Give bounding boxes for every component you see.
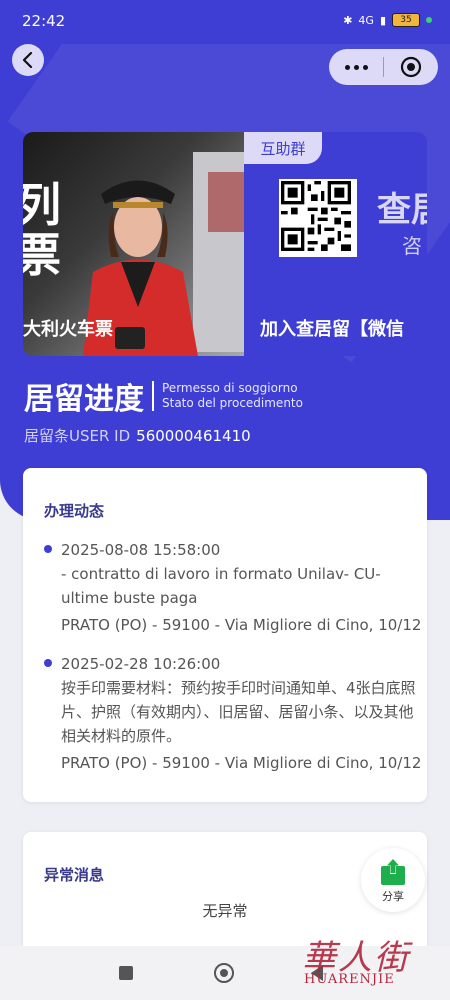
status-time: 22:42 <box>22 12 66 30</box>
page-subtitle: Permesso di soggiorno Stato del procedim… <box>162 381 303 411</box>
status-bar: 22:42 ✱ 4G ▮ 35 <box>0 0 450 44</box>
more-menu-button[interactable] <box>329 64 383 70</box>
banner-slide-wechat-group[interactable]: 互助群 查居 咨 加入查居留【微信 <box>244 132 427 356</box>
close-miniprogram-button[interactable] <box>384 56 438 78</box>
anomaly-empty-text: 无异常 <box>202 902 248 920</box>
timeline-dot <box>44 545 52 553</box>
slide2-caption: 加入查居留【微信 <box>260 319 404 340</box>
recent-apps-button[interactable] <box>119 966 133 980</box>
dot <box>353 64 359 70</box>
battery-icon: 35 <box>392 13 420 27</box>
progress-log-item: 2025-02-28 10:26:00 按手印需要材料：预约按手印时间通知单、4… <box>44 652 424 775</box>
log-location: PRATO (PO) - 59100 - Via Migliore di Cin… <box>61 616 422 634</box>
log-date: 2025-08-08 15:58:00 <box>61 541 221 559</box>
page-title: 居留进度 <box>24 382 144 417</box>
share-icon <box>381 858 405 885</box>
signal-icon: ▮ <box>379 13 386 27</box>
share-label: 分享 <box>382 890 404 903</box>
banner-carousel[interactable]: 列票 大利火车票 互助群 查居 咨 加入查居留【微信 <box>23 132 427 356</box>
user-id-row: 居留条USER ID 560000461410 <box>24 425 251 446</box>
slide2-background-text: 查居 <box>377 190 427 230</box>
back-button[interactable] <box>12 44 44 76</box>
status-icons: ✱ 4G ▮ 35 <box>343 13 432 27</box>
privacy-indicator-icon <box>426 17 432 23</box>
progress-log-item: 2025-08-08 15:58:00 - contratto di lavor… <box>44 538 424 637</box>
share-button[interactable]: 分享 <box>361 848 425 912</box>
user-id-value: 560000461410 <box>136 427 251 445</box>
page-heading: 居留进度 Permesso di soggiorno Stato del pro… <box>24 374 303 418</box>
heading-divider <box>152 381 154 411</box>
chevron-left-icon <box>22 52 33 68</box>
log-date: 2025-02-28 10:26:00 <box>61 655 221 673</box>
slide1-caption: 大利火车票 <box>23 319 113 340</box>
qr-code-icon <box>279 179 357 257</box>
bluetooth-icon: ✱ <box>343 13 353 27</box>
subtitle-line-1: Permesso di soggiorno <box>162 381 298 395</box>
dot <box>344 64 350 70</box>
progress-card-title: 办理动态 <box>44 502 105 520</box>
log-location: PRATO (PO) - 59100 - Via Migliore di Cin… <box>61 754 422 772</box>
dot <box>362 64 368 70</box>
log-text: - contratto di lavoro in formato Unilav-… <box>61 565 381 607</box>
network-indicator: 4G <box>358 13 374 27</box>
timeline-dot <box>44 659 52 667</box>
home-button[interactable] <box>214 963 234 983</box>
slide1-background-text: 列票 <box>23 178 61 282</box>
progress-card: 办理动态 2025-08-08 15:58:00 - contratto di … <box>23 468 427 802</box>
target-icon <box>400 56 422 78</box>
log-text: 按手印需要材料：预约按手印时间通知单、4张白底照片、护照（有效期内）、旧居留、居… <box>61 679 416 745</box>
huarenjie-watermark: 華人街 HUARENJIE <box>302 930 442 996</box>
slide2-tag: 互助群 <box>244 132 322 164</box>
banner-slide-train-ticket[interactable]: 列票 大利火车票 <box>23 132 244 356</box>
watermark-english: HUARENJIE <box>304 972 395 987</box>
slide2-background-subtext: 咨 <box>402 234 422 258</box>
user-id-label: 居留条USER ID <box>24 427 131 445</box>
miniprogram-capsule <box>329 49 438 85</box>
subtitle-line-2: Stato del procedimento <box>162 396 303 410</box>
anomaly-card-title: 异常消息 <box>44 866 105 884</box>
